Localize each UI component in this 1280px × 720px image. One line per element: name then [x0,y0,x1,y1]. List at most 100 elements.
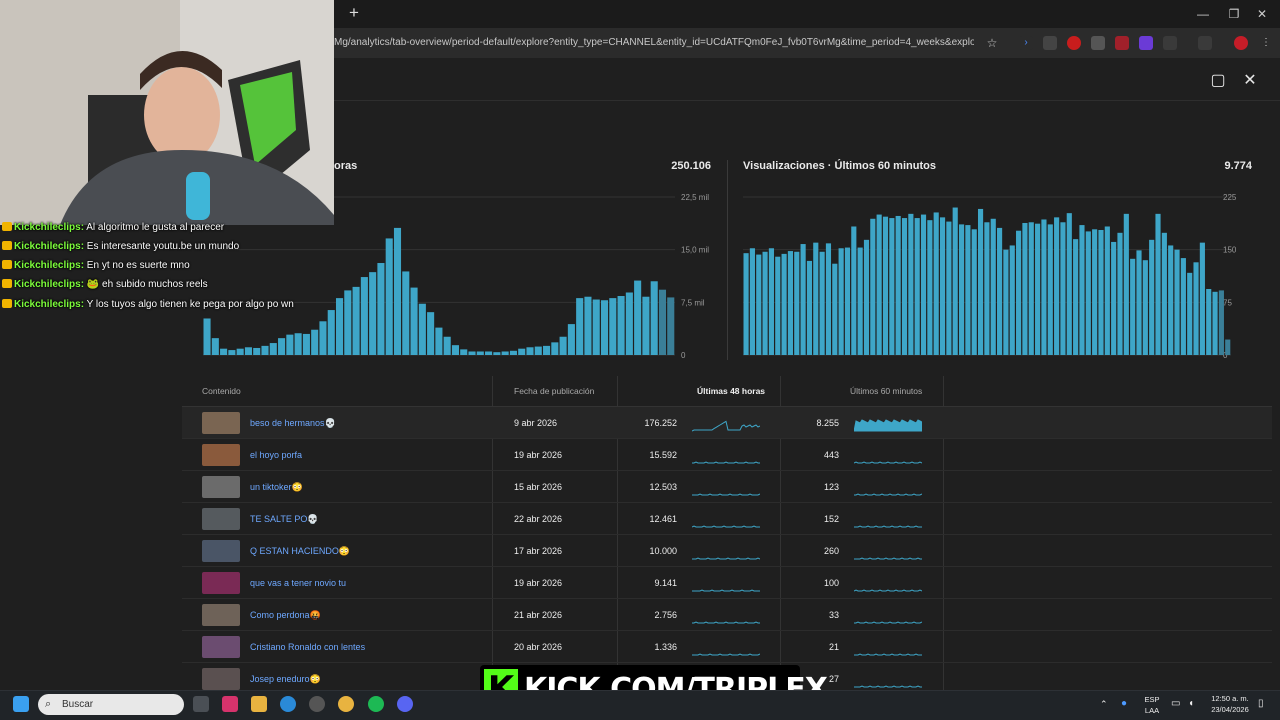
chart-bar[interactable] [377,263,385,355]
video-thumbnail[interactable] [202,636,240,658]
chart-bar[interactable] [360,277,368,355]
chart-bar[interactable] [794,251,800,355]
spotify-icon[interactable] [368,696,384,712]
chart-bar[interactable] [435,327,443,355]
chart-bar[interactable] [509,350,517,355]
menu-icon[interactable]: ⋮ [1259,36,1273,50]
chart-bar[interactable] [1054,217,1060,355]
chart-bar[interactable] [1161,232,1167,355]
chart-bar[interactable] [650,281,658,355]
chart-bar[interactable] [576,298,584,355]
chart-bar[interactable] [567,324,575,355]
language-top[interactable]: ESP [1143,695,1161,704]
chart-bar[interactable] [534,346,542,355]
chart-bar[interactable] [914,218,920,355]
chart-bar[interactable] [1085,231,1091,355]
chart-bar[interactable] [269,343,277,355]
volume-icon[interactable]: ◖ [1188,698,1194,709]
chart-bar[interactable] [410,287,418,355]
video-thumbnail[interactable] [202,412,240,434]
chart-bar[interactable] [1111,241,1117,355]
chart-bar[interactable] [1168,245,1174,355]
puzzle-icon[interactable] [1163,36,1177,50]
chart-bar[interactable] [443,336,451,355]
chart-bar[interactable] [592,299,600,355]
chat-username[interactable]: Kickchileclips: [14,241,84,252]
chart-bar[interactable] [876,214,882,355]
chart-bar[interactable] [882,216,889,355]
video-thumbnail[interactable] [202,508,240,530]
chart-bar[interactable] [1218,290,1224,355]
video-title[interactable]: el hoyo porfa [250,450,302,460]
chart-bar[interactable] [667,297,675,355]
chart-bar[interactable] [1123,213,1129,355]
chart-bar[interactable] [895,215,901,355]
chart-bar[interactable] [749,248,755,355]
video-thumbnail[interactable] [202,668,240,690]
chart-bar[interactable] [743,253,749,355]
chart-bar[interactable] [344,290,352,355]
chart-bar[interactable] [625,292,633,356]
chart-bar[interactable] [617,296,625,355]
video-title[interactable]: beso de hermanos💀 [250,418,336,429]
feedback-icon[interactable]: ▢ [1209,72,1227,90]
chart-bar[interactable] [813,242,819,355]
chart-bar[interactable] [1016,230,1022,355]
chart-bar[interactable] [927,220,933,355]
header-48h[interactable]: Últimas 48 horas [697,386,765,396]
chart-bar[interactable] [518,348,526,355]
tray-chevron-icon[interactable]: ⌃ [1100,699,1108,710]
video-thumbnail[interactable] [202,572,240,594]
table-row[interactable]: que vas a tener novio tu 19 abr 2026 9.141… [182,567,1272,599]
chart-bar[interactable] [634,280,642,355]
chart-bar[interactable] [451,345,459,355]
chart-bar[interactable] [211,338,219,355]
extension-icon[interactable]: › [1019,36,1033,50]
extension-red-icon[interactable] [1067,36,1081,50]
chart-bar[interactable] [939,217,946,355]
chat-username[interactable]: Kickchileclips: [14,260,84,271]
chart-bar[interactable] [1098,230,1104,355]
chart-bar[interactable] [1009,245,1015,355]
chart-bar[interactable] [1187,272,1193,355]
chart-bar[interactable] [1022,222,1028,355]
chart-bar[interactable] [253,347,261,355]
chart-bar[interactable] [1199,242,1205,355]
chart-bar[interactable] [1136,250,1142,355]
language-bottom[interactable]: LAA [1143,706,1161,715]
chart-bar[interactable] [418,303,426,355]
chart-bar[interactable] [1041,219,1047,355]
chart-bar[interactable] [261,345,269,355]
video-title[interactable]: Como perdona🤬 [250,610,321,621]
table-row[interactable]: Cristiano Ronaldo con lentes 20 abr 2026 1… [182,631,1272,663]
chart-bar[interactable] [806,260,813,355]
chart-bar[interactable] [244,347,252,355]
video-thumbnail[interactable] [202,540,240,562]
chart-bar[interactable] [1174,249,1180,355]
chart-bar[interactable] [352,286,360,355]
chart-bar[interactable] [327,310,335,355]
chart-bar[interactable] [825,243,832,355]
chart-bar[interactable] [609,298,617,355]
chart-bar[interactable] [1155,213,1161,355]
chart-bar[interactable] [920,214,927,355]
extension-purple-icon[interactable] [1139,36,1153,50]
chart-bar[interactable] [1028,222,1034,355]
mic-icon[interactable]: ● [1121,698,1127,709]
chart-bar[interactable] [220,348,228,355]
edge-icon[interactable] [280,696,296,712]
discord-icon[interactable] [397,696,413,712]
task-view-icon[interactable] [193,696,209,712]
chart-bar[interactable] [838,248,844,355]
table-row[interactable]: Q ESTAN HACIENDO😳 17 abr 2026 10.000 260 [182,535,1272,567]
extension-gray-icon[interactable] [1091,36,1105,50]
chart-bar[interactable] [832,263,838,355]
table-row[interactable]: un tiktoker😳 15 abr 2026 12.503 123 [182,471,1272,503]
close-icon[interactable]: ✕ [1241,72,1259,90]
table-row[interactable]: TE SALTE PO💀 22 abr 2026 12.461 152 [182,503,1272,535]
chart-bar[interactable] [1193,262,1199,355]
reader-icon[interactable] [1043,36,1057,50]
chart-bar[interactable] [236,348,244,355]
chart-bar[interactable] [1079,225,1085,355]
chart-bar[interactable] [1066,213,1072,355]
